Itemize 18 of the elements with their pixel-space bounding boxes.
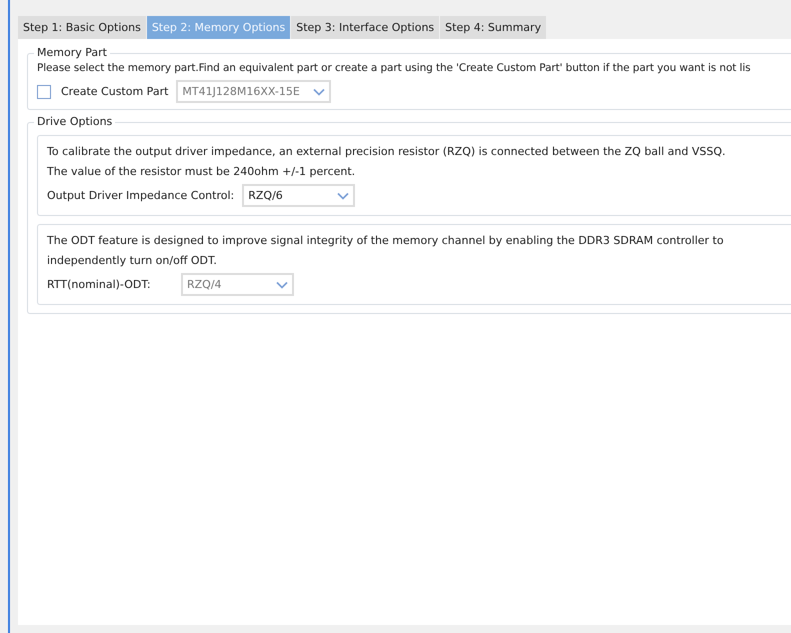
description-text: independently turn on/off ODT. [47, 253, 218, 269]
description-text: The ODT feature is designed to improve signal integrity of the memory channel by enabling the DDR3 SDRAM controller to [47, 233, 725, 249]
group-title: Drive Options [34, 115, 116, 128]
checkbox-label: Create Custom Part [61, 85, 168, 98]
chevron-down-icon [276, 280, 288, 288]
dropdown[interactable]: RZQ/6 [242, 184, 356, 207]
group-title: Memory Part [34, 46, 110, 59]
checkbox[interactable] [37, 84, 51, 98]
tab[interactable]: Step 3: Interface Options [291, 16, 440, 39]
chevron-down-icon [337, 192, 350, 200]
description-text: To calibrate the output driver impedance, an external precision resistor (RZQ) is connected between the ZQ ball and VSSQ. [47, 144, 726, 160]
field-label: RTT(nominal)-ODT: [47, 278, 152, 291]
chevron-down-icon [313, 88, 326, 96]
tab[interactable]: Step 1: Basic Options [18, 16, 146, 39]
field-label: Output Driver Impedance Control: [47, 189, 234, 202]
description-text: The value of the resistor must be 240ohm +/-1 percent. [47, 164, 356, 180]
description-text: Please select the memory part.Find an equivalent part or create a part using the 'Create Custom Part' button if the part you want is not lis [37, 61, 752, 76]
tab[interactable]: Step 4: Summary [440, 16, 546, 39]
